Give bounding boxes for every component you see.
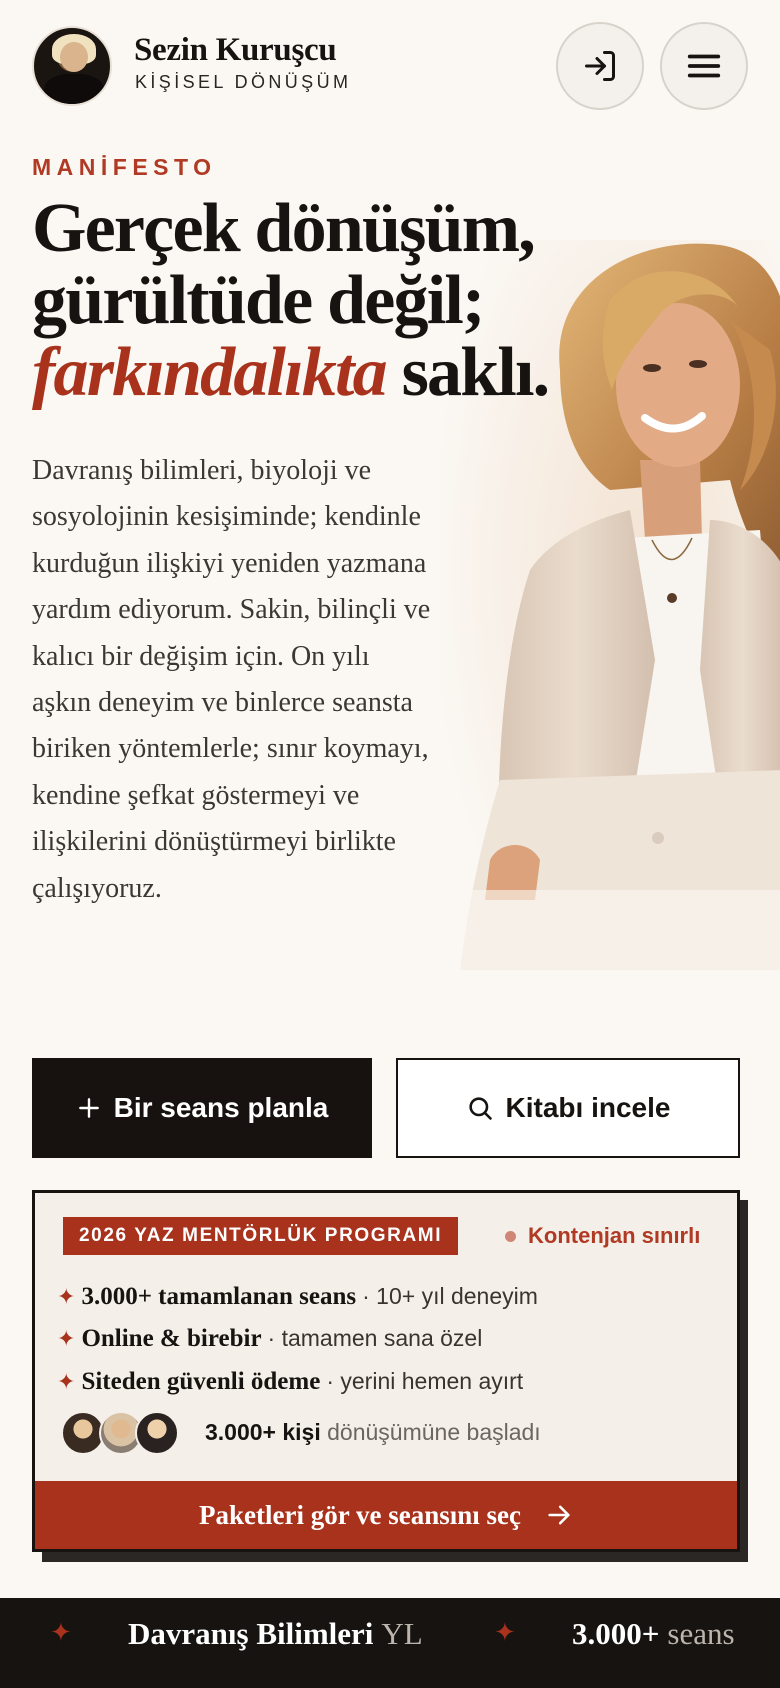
marquee-item: 3.000+ seans [572,1616,735,1651]
hero-title-line1: Gerçek dönüşüm, [32,190,536,267]
social-proof: 3.000+ kişi dönüşümüne başladı [205,1419,541,1445]
sparkle-icon: ✦ [57,1285,76,1310]
hero-title-line2: gürültüde değil; [32,262,485,339]
feature-item: ✦ 3.000+ tamamlanan seans · 10+ yıl dene… [57,1283,538,1310]
hero-title-emphasis: farkındalıkta [32,334,388,411]
hero-description: Davranış bilimleri, biyoloji ve sosyoloj… [32,455,431,904]
sparkle-icon: ✦ [57,1327,76,1352]
view-packages-label: Paketleri gör ve seansını seç [199,1499,521,1530]
client-avatar [135,1411,179,1455]
plus-icon [78,1098,99,1118]
hero-title: Gerçek dönüşüm, gürültüde değil; farkınd… [32,193,632,409]
highlights-marquee: ✦ Davranış Bilimleri YL ✦ 3.000+ seans [0,1598,780,1688]
view-book-label: Kitabı incele [505,1092,671,1123]
brand-subtitle: KİŞİSEL DÖNÜŞÜM [135,72,352,92]
program-tag: 2026 YAZ MENTÖRLÜK PROGRAMI [63,1217,459,1255]
availability-status: Kontenjan sınırlı [505,1223,700,1249]
view-packages-button[interactable]: Paketleri gör ve seansını seç [35,1481,737,1549]
login-button[interactable] [556,22,644,110]
site-header: Sezin Kuruşcu KİŞİSEL DÖNÜŞÜM [0,0,780,130]
marquee-item: Davranış Bilimleri YL [128,1616,423,1651]
sparkle-icon: ✦ [57,1370,76,1395]
section-eyebrow: MANİFESTO [32,154,217,180]
book-session-button[interactable]: Bir seans planla [32,1058,372,1158]
login-arrow-icon [585,51,615,81]
sparkle-icon: ✦ [50,1618,72,1648]
feature-item: ✦ Siteden güvenli ödeme · yerini hemen a… [57,1368,524,1395]
arrow-right-icon [548,1505,570,1525]
client-avatars [61,1411,181,1455]
hero-title-end: saklı. [401,334,551,411]
view-book-button[interactable]: Kitabı incele [396,1058,740,1158]
status-dot-icon [505,1230,516,1242]
book-session-label: Bir seans planla [113,1092,329,1123]
program-card: 2026 YAZ MENTÖRLÜK PROGRAMI Kontenjan sı… [32,1190,740,1552]
hamburger-menu-icon [687,54,721,78]
availability-label: Kontenjan sınırlı [528,1223,701,1248]
menu-button[interactable] [660,22,748,110]
sparkle-icon: ✦ [494,1618,516,1648]
brand-name[interactable]: Sezin Kuruşcu [134,32,337,69]
search-icon [468,1097,492,1120]
profile-avatar[interactable] [32,26,112,106]
feature-item: ✦ Online & birebir · tamamen sana özel [57,1325,483,1352]
